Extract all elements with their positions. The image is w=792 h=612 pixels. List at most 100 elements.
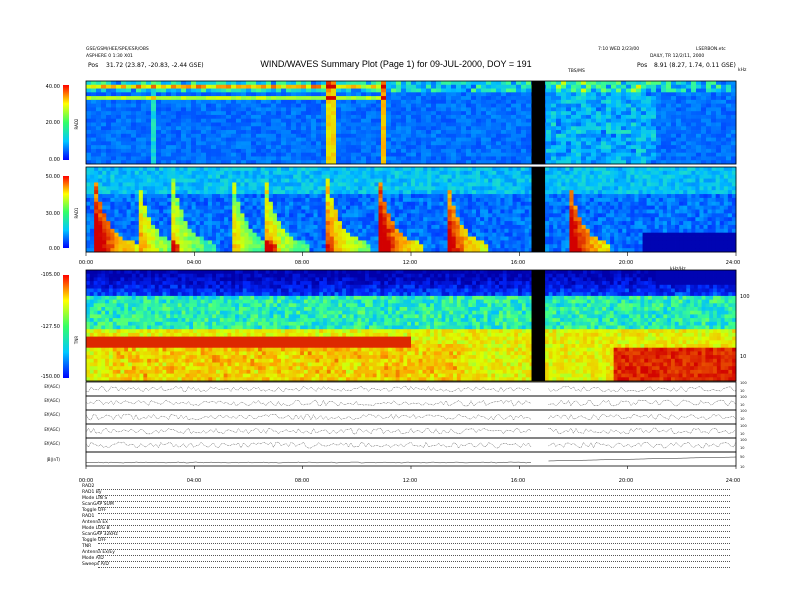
rad1-cell — [203, 190, 209, 195]
rad2-cell — [256, 111, 262, 116]
rad2-cell — [231, 145, 237, 150]
rad2-cell — [371, 118, 377, 123]
rad1-cell — [232, 244, 237, 249]
rad2-cell — [606, 137, 612, 142]
rad1-cell — [341, 228, 347, 234]
rad2-cell — [716, 137, 722, 142]
rad2-cell — [716, 84, 722, 89]
rad1-cell — [195, 224, 201, 230]
rad2-cell — [446, 137, 452, 142]
rad1-cell — [427, 194, 432, 199]
rad2-cell — [606, 145, 612, 150]
rad2-cell — [411, 99, 417, 105]
rad2-cell — [681, 92, 687, 97]
rad1-cell — [301, 244, 306, 249]
rad2-cell — [546, 137, 552, 142]
rad2-cell — [511, 141, 517, 146]
rad1-cell — [447, 178, 453, 183]
rad1-cell — [366, 182, 371, 187]
rad2-cell — [216, 103, 222, 108]
rad2-cell — [386, 84, 392, 89]
rad2-cell — [576, 84, 582, 89]
rad1-cell — [232, 224, 237, 230]
rad1-cell — [305, 236, 310, 241]
rad1-cell — [199, 178, 205, 183]
rad1-cell — [175, 190, 180, 195]
rad1-cell — [220, 217, 225, 222]
rad2-cell — [86, 118, 92, 123]
rad2-cell — [486, 84, 492, 89]
rad2-cell — [351, 99, 357, 105]
rad2-cell — [326, 99, 332, 105]
rad1-cell — [378, 167, 383, 172]
rad1-cell — [203, 244, 209, 249]
rad2-cell — [216, 122, 222, 127]
rad2-cell — [571, 92, 577, 97]
rad1-cell — [179, 224, 184, 230]
rad2-cell — [306, 107, 312, 112]
rad1-cell — [427, 213, 432, 218]
rad1-cell — [313, 232, 318, 237]
rad1-cell — [309, 174, 314, 179]
rad2-cell — [571, 145, 577, 150]
rad1-cell — [309, 217, 314, 222]
rad2-cell — [151, 114, 157, 120]
rad1-cell — [358, 240, 363, 245]
rad2-cell — [311, 84, 317, 89]
rad2-cell — [276, 111, 282, 116]
rad1-cell — [260, 178, 266, 183]
rad1-cell — [309, 201, 314, 207]
rad2-cell — [236, 145, 242, 150]
rad1-cell — [337, 174, 343, 179]
rad1-cell — [447, 201, 453, 207]
rad1-cell — [341, 224, 347, 230]
rad2-cell — [661, 99, 667, 105]
rad1-cell — [293, 197, 298, 203]
rad2-cell — [336, 114, 342, 120]
rad2-cell — [111, 96, 117, 101]
rad1-cell — [191, 213, 197, 218]
rad2-cell — [461, 107, 467, 112]
rad2-cell — [656, 107, 662, 112]
rad1-cell — [126, 170, 132, 176]
rad2-cell — [206, 148, 212, 154]
rad1-cell — [309, 178, 314, 183]
rad2-cell — [401, 133, 407, 138]
rad1-cell — [122, 178, 128, 183]
rad2-cell — [111, 133, 117, 138]
rad2-cell — [161, 156, 167, 161]
rad2-cell — [361, 152, 367, 157]
rad2-cell — [416, 107, 422, 112]
rad2-cell — [711, 152, 717, 157]
rad2-cell — [401, 122, 407, 127]
rad1-cell — [431, 174, 436, 179]
rad1-cell — [98, 240, 103, 245]
rad2-cell — [271, 156, 277, 161]
rad1-cell — [240, 232, 245, 237]
rad2-cell — [361, 122, 367, 127]
rad2-cell — [96, 145, 102, 150]
rad1-cell — [411, 205, 416, 210]
rad2-cell — [286, 126, 292, 131]
rad1-cell — [419, 213, 424, 218]
rad2-cell — [726, 148, 732, 154]
rad2-cell — [551, 126, 557, 131]
rad2-cell — [356, 126, 362, 131]
rad1-cell — [260, 221, 266, 226]
rad2-cell — [526, 152, 532, 157]
rad2-cell — [416, 122, 422, 127]
rad1-cell — [402, 209, 408, 214]
rad2-cell — [121, 114, 127, 120]
rad1-cell — [378, 190, 383, 195]
rad2-cell — [501, 130, 507, 135]
rad2-cell — [121, 122, 127, 127]
rad2-cell — [336, 133, 342, 138]
rad2-cell — [86, 152, 92, 157]
rad2-cell — [391, 145, 397, 150]
rad1-cell — [350, 190, 355, 195]
rad1-cell — [297, 194, 302, 199]
rad1-cell — [191, 221, 197, 226]
rad2-cell — [616, 96, 622, 101]
rad2-cell — [101, 84, 107, 89]
rad1-cell — [390, 201, 396, 207]
